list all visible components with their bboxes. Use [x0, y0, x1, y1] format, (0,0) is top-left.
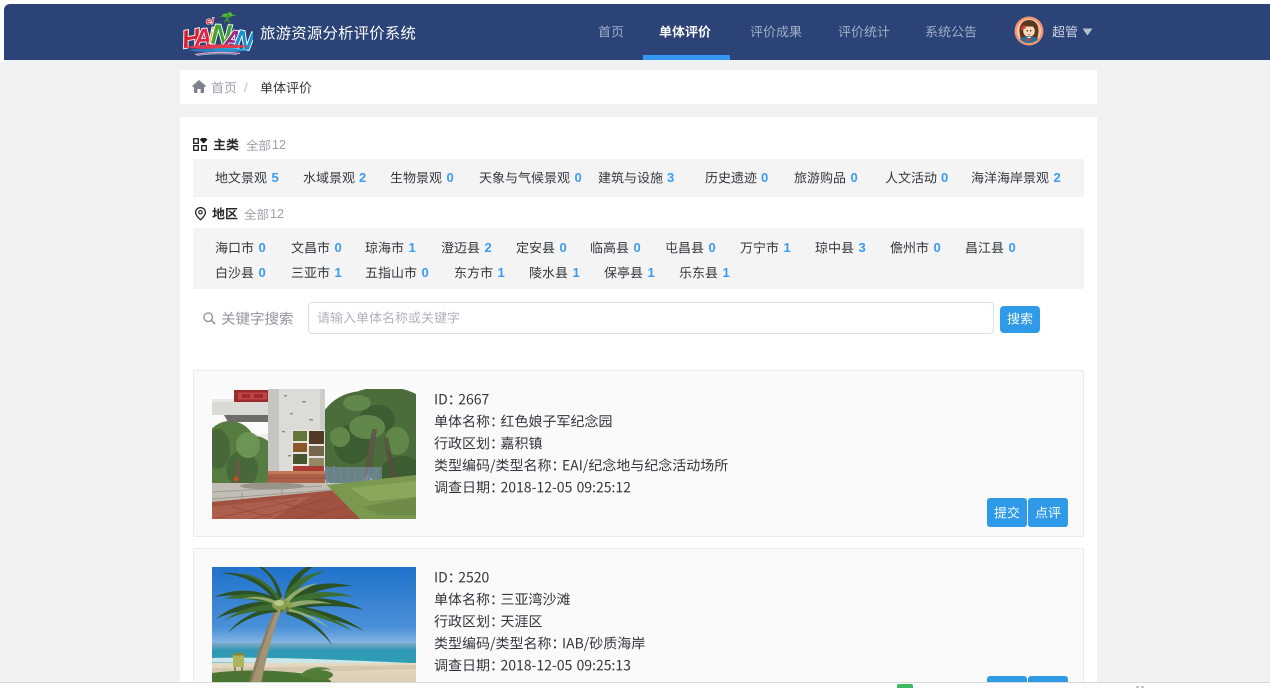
- svg-text:e!: e!: [206, 16, 214, 26]
